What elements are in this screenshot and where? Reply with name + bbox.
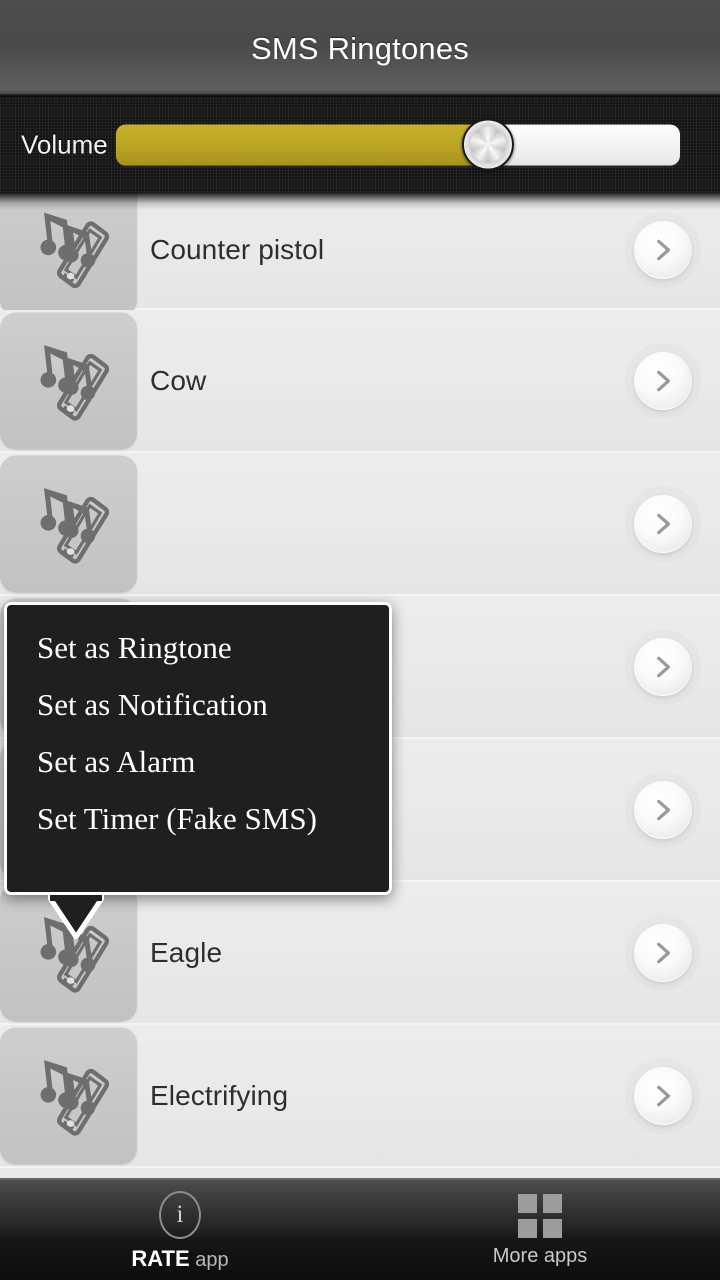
- ringtone-phone-notes-icon: [40, 488, 109, 564]
- rate-app-label: RATE app: [131, 1246, 228, 1272]
- grid-cell: [518, 1194, 537, 1213]
- ringtone-row-chevron-right-icon-button[interactable]: [634, 1066, 692, 1125]
- ringtone-list[interactable]: Counter pistol Cow Disculpe mi: [0, 192, 720, 1178]
- ringtone-row-chevron-right-icon-button[interactable]: [634, 221, 692, 279]
- ringtone-phone-notes-icon: [0, 192, 137, 316]
- chevron-right-icon: [657, 1085, 671, 1106]
- page-title: SMS Ringtones: [251, 30, 469, 66]
- context-menu[interactable]: Set as Ringtone Set as Notification Set …: [4, 602, 392, 939]
- menu-item-set-as-alarm[interactable]: Set as Alarm: [7, 733, 389, 790]
- ringtone-row-chevron-right-icon-button[interactable]: [634, 923, 692, 982]
- ringtone-row[interactable]: Eagle: [0, 882, 720, 1025]
- rate-app-label-light: app: [189, 1248, 229, 1271]
- grid-cell: [543, 1219, 562, 1238]
- chevron-right-icon: [657, 370, 671, 391]
- ringtone-phone-notes-icon: [0, 455, 137, 592]
- chevron-right-icon: [657, 656, 671, 677]
- rate-app-label-strong: RATE: [131, 1245, 190, 1271]
- rate-app-button[interactable]: i RATE app: [0, 1178, 360, 1280]
- bottom-toolbar: i RATE app More apps: [0, 1178, 720, 1280]
- ringtone-phone-notes-icon: [0, 1027, 137, 1164]
- more-apps-label: More apps: [492, 1245, 588, 1267]
- ringtone-row-chevron-right-icon-button[interactable]: [634, 637, 692, 696]
- menu-item-set-as-notification[interactable]: Set as Notification: [7, 676, 389, 733]
- ringtone-phone-notes-icon: [40, 1060, 109, 1136]
- chevron-right-icon: [657, 239, 671, 261]
- grid-cell: [518, 1219, 537, 1238]
- ringtone-row[interactable]: Electrifying: [0, 1025, 720, 1168]
- ringtone-phone-notes-icon: [40, 345, 109, 421]
- ringtone-row-label: Cow: [150, 364, 207, 396]
- ringtone-phone-notes-icon: [40, 212, 109, 288]
- ringtone-row-label: Counter pistol: [150, 234, 325, 265]
- volume-slider[interactable]: [116, 118, 680, 171]
- menu-item-set-as-ringtone[interactable]: Set as Ringtone: [7, 619, 389, 676]
- ringtone-phone-notes-icon: [0, 312, 137, 449]
- volume-slider-thumb[interactable]: [462, 118, 515, 171]
- chevron-right-icon: [657, 942, 671, 963]
- grid-cell: [543, 1194, 562, 1213]
- menu-item-set-timer-fake-sms[interactable]: Set Timer (Fake SMS): [7, 790, 389, 847]
- ringtone-row-chevron-right-icon-button[interactable]: [634, 780, 692, 839]
- ringtone-row-chevron-right-icon-button[interactable]: [634, 351, 692, 410]
- more-apps-button[interactable]: More apps: [360, 1178, 720, 1280]
- ringtone-row[interactable]: Counter pistol: [0, 192, 720, 316]
- volume-label: Volume: [21, 129, 108, 159]
- chevron-right-icon: [657, 799, 671, 820]
- ringtone-row[interactable]: [0, 453, 720, 596]
- ringtone-row-label: Eagle: [150, 936, 223, 968]
- volume-slider-fill: [116, 124, 489, 165]
- app-title-bar: SMS Ringtones: [0, 0, 720, 97]
- ringtone-row-label: Electrifying: [150, 1079, 289, 1111]
- context-menu-pointer-arrow: [48, 895, 104, 939]
- chevron-right-icon: [657, 513, 671, 534]
- volume-control-bar: Volume: [0, 97, 720, 192]
- ringtone-row[interactable]: Cow: [0, 310, 720, 453]
- info-circle-icon: i: [159, 1190, 201, 1239]
- ringtone-row-chevron-right-icon-button[interactable]: [634, 494, 692, 553]
- grid-apps-icon: [518, 1194, 562, 1238]
